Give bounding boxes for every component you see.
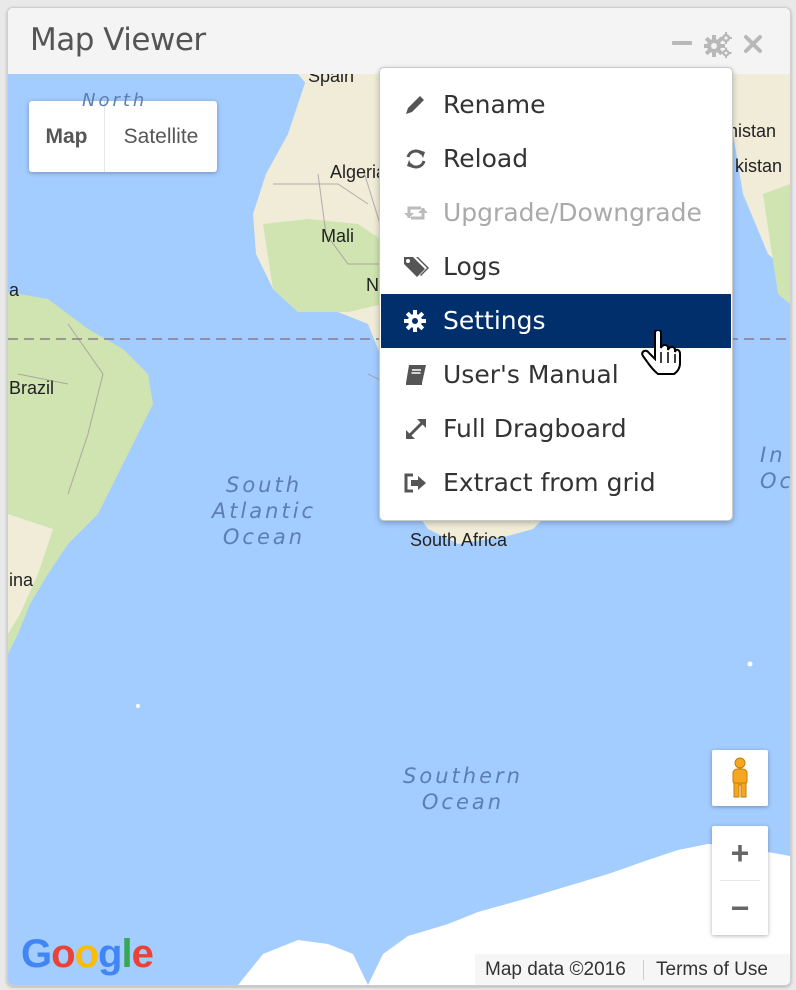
map-data-text: Map data ©2016 bbox=[485, 958, 626, 980]
widget-titlebar[interactable]: Map Viewer bbox=[8, 8, 790, 75]
terms-of-use-link[interactable]: Terms of Use bbox=[644, 959, 768, 981]
google-logo-letter: G bbox=[21, 932, 52, 976]
google-logo-letter: e bbox=[131, 932, 154, 976]
menu-item-label: Upgrade/Downgrade bbox=[443, 198, 702, 227]
partial-n-label: N bbox=[366, 275, 379, 295]
gear-icon[interactable] bbox=[703, 32, 732, 59]
menu-item-label: Full Dragboard bbox=[443, 414, 627, 443]
menu-item-settings[interactable]: Settings bbox=[381, 294, 731, 348]
algeria-label: Algeria bbox=[330, 162, 387, 182]
map-type-control: Map Satellite bbox=[29, 101, 217, 172]
partial-kistan-label: kistan bbox=[735, 156, 783, 176]
google-logo-letter: g bbox=[98, 932, 122, 976]
map-attribution: Map data ©2016 Terms of Use bbox=[475, 954, 790, 985]
expand-icon bbox=[403, 417, 429, 441]
partial-ina-label: ina bbox=[9, 570, 34, 590]
retweet-icon bbox=[403, 201, 429, 225]
map-type-satellite-button[interactable]: Satellite bbox=[105, 101, 217, 172]
widget-menu: Rename Reload Upgrade/Downgrade Logs Set… bbox=[379, 67, 733, 521]
ocean-label-line: Ocean bbox=[222, 525, 306, 549]
widget-title: Map Viewer bbox=[30, 22, 206, 58]
partial-a-label: a bbox=[9, 280, 20, 300]
google-logo-letter: o bbox=[74, 932, 99, 976]
pegman-icon bbox=[732, 757, 748, 798]
mali-label: Mali bbox=[321, 226, 355, 246]
menu-item-full-dragboard[interactable]: Full Dragboard bbox=[381, 402, 731, 456]
menu-item-label: Reload bbox=[443, 144, 529, 173]
ocean-label-line: Atlantic bbox=[211, 499, 317, 523]
pegman-button[interactable] bbox=[712, 750, 768, 806]
google-logo-letter: l bbox=[121, 932, 132, 976]
menu-item-users-manual[interactable]: User's Manual bbox=[381, 348, 731, 402]
spain-label: Spain bbox=[308, 74, 355, 86]
southern-ocean-label: Southern Ocean bbox=[388, 763, 538, 815]
refresh-icon bbox=[403, 147, 429, 171]
brazil-label: Brazil bbox=[9, 378, 55, 398]
menu-item-extract-from-grid[interactable]: Extract from grid bbox=[381, 456, 731, 510]
partial-oc-label: Oc bbox=[760, 469, 790, 493]
zoom-out-button[interactable]: − bbox=[712, 881, 768, 935]
google-logo-letter: o bbox=[51, 932, 75, 976]
ocean-label-line: South bbox=[225, 473, 303, 497]
menu-item-reload[interactable]: Reload bbox=[381, 132, 731, 186]
gear-icon bbox=[403, 309, 429, 333]
plus-icon: + bbox=[730, 834, 750, 871]
tags-icon bbox=[403, 255, 429, 279]
menu-item-rename[interactable]: Rename bbox=[381, 78, 731, 132]
ocean-label-line: Southern bbox=[403, 764, 523, 788]
close-icon[interactable] bbox=[742, 33, 764, 55]
menu-item-logs[interactable]: Logs bbox=[381, 240, 731, 294]
partial-nistan-label: nistan bbox=[728, 121, 777, 141]
zoom-in-button[interactable]: + bbox=[712, 826, 768, 880]
minimize-icon[interactable] bbox=[672, 41, 692, 45]
menu-item-label: Extract from grid bbox=[443, 468, 656, 497]
menu-item-upgrade-downgrade: Upgrade/Downgrade bbox=[381, 186, 731, 240]
minus-icon: − bbox=[730, 889, 750, 926]
partial-in-label: In bbox=[760, 443, 786, 467]
pencil-icon bbox=[403, 93, 429, 117]
menu-item-label: User's Manual bbox=[443, 360, 619, 389]
ocean-label-line: Ocean bbox=[421, 790, 505, 814]
menu-item-label: Logs bbox=[443, 252, 501, 281]
south-atlantic-ocean-label: South Atlantic Ocean bbox=[194, 472, 334, 550]
map-type-map-button[interactable]: Map bbox=[29, 101, 105, 172]
south-africa-label: South Africa bbox=[410, 530, 508, 550]
menu-item-label: Rename bbox=[443, 90, 546, 119]
google-logo-text: Google bbox=[21, 932, 154, 976]
north-label: North bbox=[82, 90, 148, 111]
sign-out-icon bbox=[403, 471, 429, 495]
zoom-control: + − bbox=[712, 826, 768, 935]
book-icon bbox=[403, 363, 429, 387]
google-logo: Google bbox=[21, 932, 154, 977]
menu-item-label: Settings bbox=[443, 306, 546, 335]
